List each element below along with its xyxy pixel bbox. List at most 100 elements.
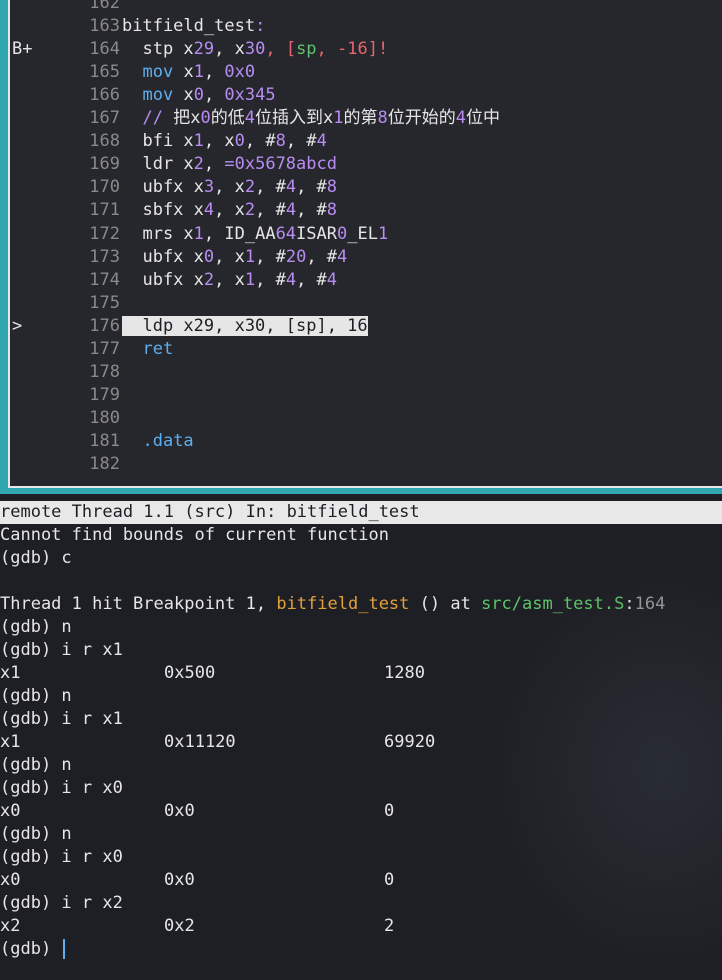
code-token: 4 xyxy=(455,108,466,129)
source-line: 173 ubfx x0, x1, #20, #4 xyxy=(10,246,722,269)
code-token: 2 xyxy=(193,154,204,175)
current-line-marker[interactable]: > xyxy=(12,315,42,338)
code-token: 8 xyxy=(326,200,338,221)
register-name: x1 xyxy=(0,732,21,752)
code-token: , # xyxy=(255,177,286,198)
code-token: , x xyxy=(214,200,245,221)
code-token: , xyxy=(203,154,225,175)
code-token: ISAR xyxy=(296,223,337,244)
code-token: , ID_AA xyxy=(203,223,276,244)
code-token: ubfx x xyxy=(122,177,204,198)
source-line: 180 xyxy=(10,407,722,430)
code-token: 0x345 xyxy=(224,85,276,106)
code-token: , xyxy=(316,39,338,60)
code-token: 位开始的 xyxy=(387,108,456,129)
line-number: 181 xyxy=(89,430,120,451)
code-token: , # xyxy=(255,200,286,221)
line-number: 176 xyxy=(89,315,120,336)
console-line: (gdb) i r x0 xyxy=(0,778,123,798)
line-number: 164 xyxy=(89,39,120,60)
source-line: 167 // 把x0的低4位插入到x1的第8位开始的4位中 xyxy=(10,107,722,130)
code-text: bfi x1, x0, #8, #4 xyxy=(122,130,327,153)
line-number: 165 xyxy=(89,62,120,83)
code-token: sp xyxy=(296,39,317,60)
line-number: 170 xyxy=(89,177,120,198)
bp-mid: () at xyxy=(409,594,482,614)
source-line: 174 ubfx x2, x1, #4, #4 xyxy=(10,269,722,292)
breakpoint-marker[interactable]: B+ xyxy=(12,38,42,61)
code-token: 8 xyxy=(275,131,286,152)
bp-prefix: Thread 1 hit Breakpoint 1, xyxy=(0,594,277,614)
text-cursor xyxy=(63,939,66,959)
line-number: 178 xyxy=(89,361,120,382)
register-hex: 0x11120 xyxy=(164,732,236,752)
code-token: , # xyxy=(244,131,276,152)
code-token: 3 xyxy=(203,177,215,198)
code-token: 2 xyxy=(244,200,256,221)
code-token: , # xyxy=(306,246,338,267)
line-number: 173 xyxy=(89,246,120,267)
code-token: 的第 xyxy=(343,108,378,129)
code-text: // 把x0的低4位插入到x1的第8位开始的4位中 xyxy=(122,107,499,130)
code-token: -16 xyxy=(337,39,368,60)
register-row: x1 0x11120 69920 xyxy=(0,731,722,754)
code-token: x xyxy=(173,62,194,83)
code-token: ubfx x xyxy=(122,269,204,290)
source-line: 181 .data xyxy=(10,430,722,453)
code-token: 0 xyxy=(203,246,215,267)
gdb-prompt-input[interactable]: (gdb) xyxy=(0,938,722,961)
register-hex: 0x500 xyxy=(164,663,216,683)
code-token: bitfield_test xyxy=(122,16,256,37)
register-name: x0 xyxy=(0,870,21,890)
code-token: .data xyxy=(142,430,194,451)
line-number: 162 xyxy=(89,0,120,13)
line-number: 172 xyxy=(89,223,120,244)
line-number: 175 xyxy=(89,292,120,313)
code-token: 4 xyxy=(285,177,297,198)
code-token: _EL xyxy=(347,223,378,244)
code-token: 0 xyxy=(337,223,348,244)
code-token: 20 xyxy=(285,246,307,267)
console-line: (gdb) n xyxy=(0,755,72,775)
code-token: 4 xyxy=(285,269,297,290)
register-name: x0 xyxy=(0,801,21,821)
register-row: x1 0x500 1280 xyxy=(0,662,722,685)
gdb-console[interactable]: Cannot find bounds of current function (… xyxy=(0,524,722,961)
code-text: .data xyxy=(122,430,194,453)
code-token: 30 xyxy=(244,39,266,60)
source-line-current: >176 ldp x29, x30, [sp], 16 xyxy=(10,315,722,338)
code-text: mov x0, 0x345 xyxy=(122,84,276,107)
register-row: x0 0x0 0 xyxy=(0,800,722,823)
console-line: (gdb) c xyxy=(0,548,72,568)
status-bar: remote Thread 1.1 (src) In: bitfield_tes… xyxy=(0,501,722,524)
code-text: bitfield_test: xyxy=(122,15,265,38)
line-number: 177 xyxy=(89,338,120,359)
source-line: 171 sbfx x4, x2, #4, #8 xyxy=(10,199,722,222)
code-text: ldp x29, x30, [sp], 16 xyxy=(122,315,368,338)
code-token: 的低 xyxy=(210,108,245,129)
source-window-frame: 162 163 bitfield_test: B+ 164 stp x29, x30, … xyxy=(0,0,722,494)
code-token: ]! xyxy=(367,39,389,60)
code-text: ubfx x3, x2, #4, #8 xyxy=(122,176,337,199)
source-code-window[interactable]: 162 163 bitfield_test: B+ 164 stp x29, x30, … xyxy=(8,0,722,488)
code-token: 4 xyxy=(316,131,327,152)
code-token: , # xyxy=(296,200,327,221)
code-token: =0x5678abcd xyxy=(224,154,337,175)
code-token: 4 xyxy=(203,200,215,221)
code-token: sbfx x xyxy=(122,200,204,221)
register-row: x2 0x2 2 xyxy=(0,915,722,938)
line-number: 171 xyxy=(89,200,120,221)
source-line: 166 mov x0, 0x345 xyxy=(10,84,722,107)
register-row: x0 0x0 0 xyxy=(0,869,722,892)
code-token: 1 xyxy=(377,223,389,244)
register-dec: 1280 xyxy=(384,663,425,683)
code-token: , xyxy=(203,62,225,83)
console-line: Cannot find bounds of current function xyxy=(0,525,389,545)
code-token: 0x0 xyxy=(224,62,256,83)
code-text: ubfx x2, x1, #4, #4 xyxy=(122,269,337,292)
code-token: , xyxy=(203,85,225,106)
